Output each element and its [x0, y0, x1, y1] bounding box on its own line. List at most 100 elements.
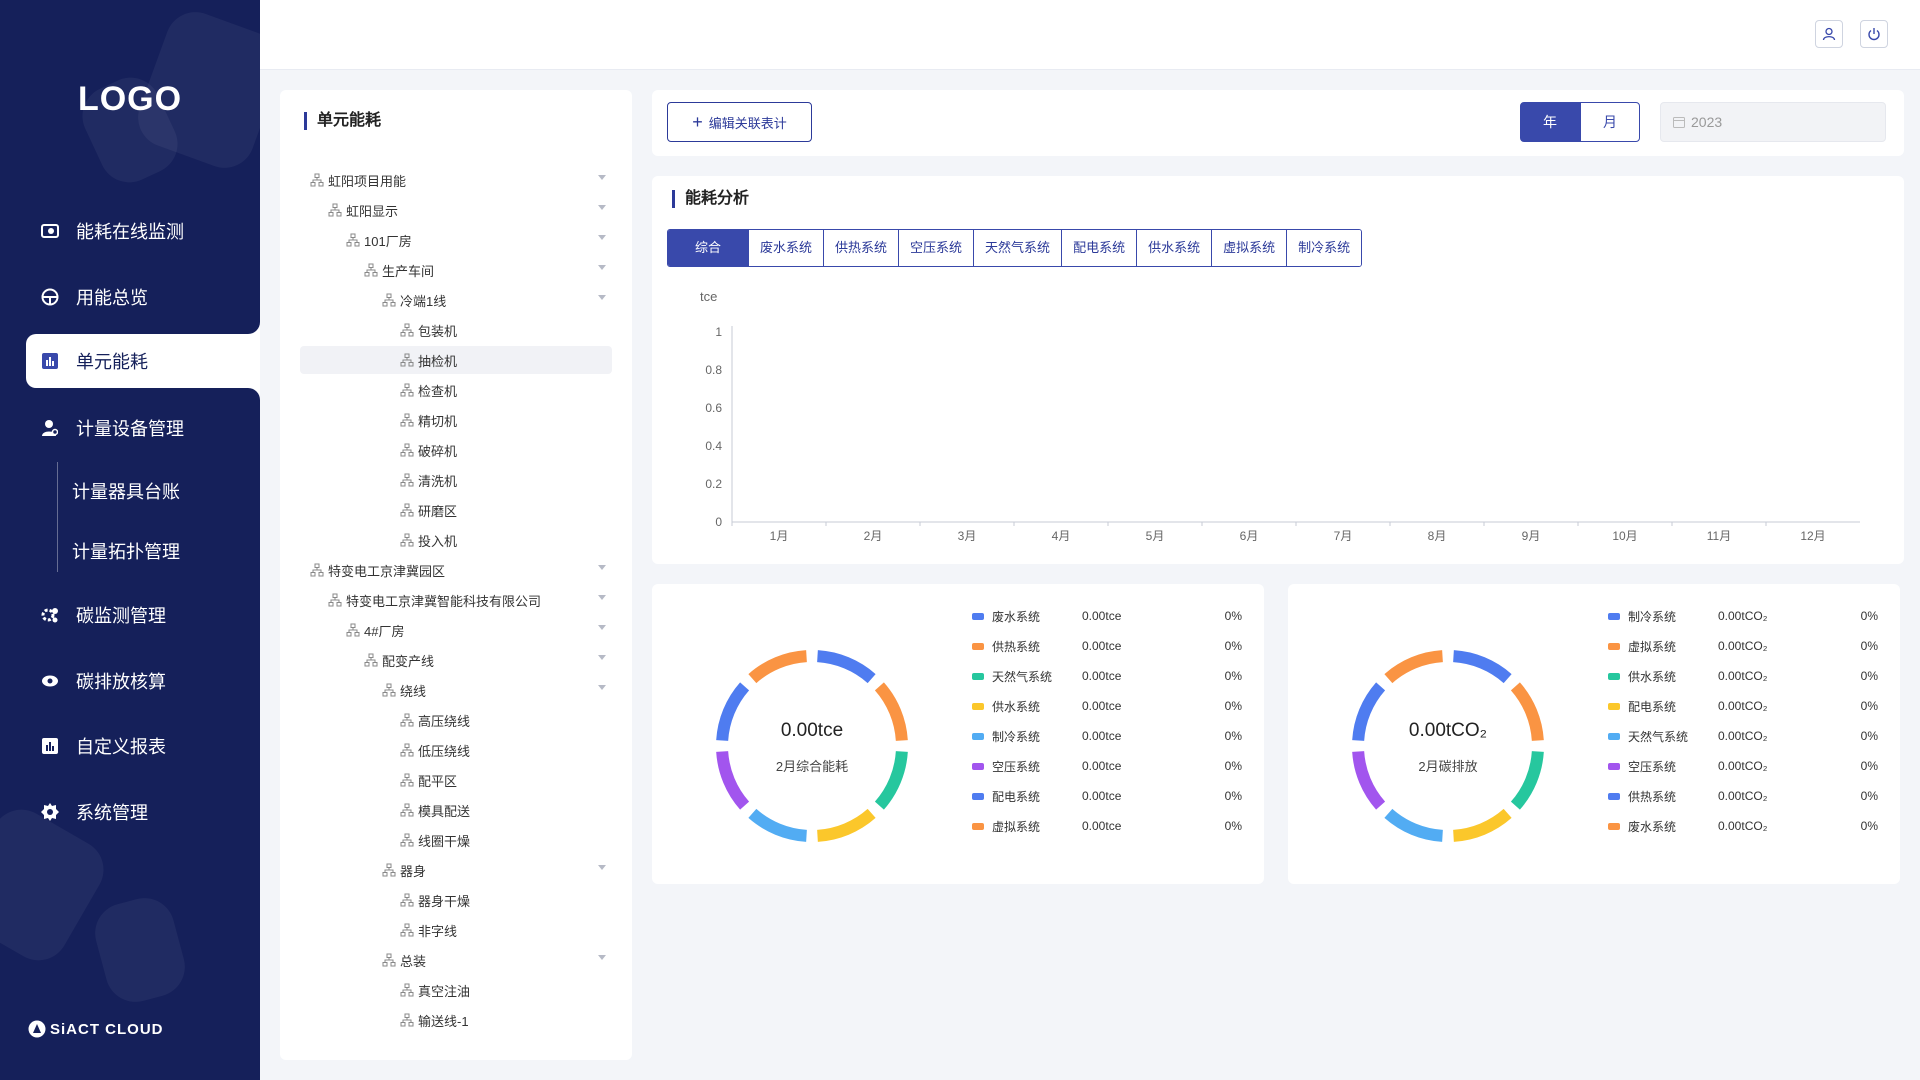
tree-node[interactable]: 非字线	[300, 916, 612, 944]
tree-node[interactable]: 配变产线	[300, 646, 612, 674]
edit-linked-meters-button[interactable]: + 编辑关联表计	[667, 102, 812, 142]
chevron-down-icon[interactable]	[598, 625, 606, 630]
legend-item[interactable]: 虚拟系统 0.00tCO₂ 0%	[1608, 637, 1878, 655]
chevron-down-icon[interactable]	[598, 655, 606, 660]
power-button[interactable]	[1860, 20, 1888, 48]
tree-node[interactable]: 虹阳显示	[300, 196, 612, 224]
legend-swatch	[972, 642, 984, 650]
year-toggle[interactable]: 年	[1520, 102, 1580, 142]
legend-item[interactable]: 配电系统 0.00tCO₂ 0%	[1608, 697, 1878, 715]
legend-percent: 0%	[1860, 609, 1878, 623]
tree-node[interactable]: 线圈干燥	[300, 826, 612, 854]
node-hierarchy-icon	[400, 743, 414, 757]
tree-node[interactable]: 总装	[300, 946, 612, 974]
tab-system[interactable]: 综合	[668, 230, 748, 266]
legend-item[interactable]: 空压系统 0.00tCO₂ 0%	[1608, 757, 1878, 775]
tree-node[interactable]: 特变电工京津冀智能科技有限公司	[300, 586, 612, 614]
tree-node-label: 高压绕线	[418, 713, 471, 729]
tree-node[interactable]: 精切机	[300, 406, 612, 434]
x-tick-label: 1月	[770, 529, 789, 543]
legend-item[interactable]: 虚拟系统 0.00tce 0%	[972, 817, 1242, 835]
month-toggle[interactable]: 月	[1580, 102, 1640, 142]
tree-node[interactable]: 研磨区	[300, 496, 612, 524]
chevron-down-icon[interactable]	[598, 295, 606, 300]
tree-node[interactable]: 投入机	[300, 526, 612, 554]
tree-node[interactable]: 真空注油	[300, 976, 612, 1004]
nav-item-custom-report[interactable]: 自定义报表	[0, 718, 260, 774]
legend-item[interactable]: 配电系统 0.00tce 0%	[972, 787, 1242, 805]
tree-node[interactable]: 特变电工京津冀园区	[300, 556, 612, 584]
legend-item[interactable]: 废水系统 0.00tce 0%	[972, 607, 1242, 625]
nav-item-carbon-monitoring[interactable]: 碳监测管理	[0, 587, 260, 643]
report-icon	[40, 736, 60, 756]
tab-system[interactable]: 制冷系统	[1286, 230, 1362, 266]
legend-name: 配电系统	[992, 789, 1041, 804]
brand-name: SiACT CLOUD	[50, 1020, 164, 1038]
unit-tree-panel: 单元能耗 虹阳项目用能 虹阳显示 101厂房 生产车间 冷端1线 包装机 抽检机 检查机 精切机…	[280, 90, 632, 1060]
nav-item-metering-devices[interactable]: 计量设备管理	[0, 400, 260, 456]
tree-node[interactable]: 检查机	[300, 376, 612, 404]
chevron-down-icon[interactable]	[598, 235, 606, 240]
legend-item[interactable]: 天然气系统 0.00tCO₂ 0%	[1608, 727, 1878, 745]
tree-node-label: 精切机	[418, 413, 458, 429]
chevron-down-icon[interactable]	[598, 205, 606, 210]
tree-node[interactable]: 4#厂房	[300, 616, 612, 644]
tree-node[interactable]: 清洗机	[300, 466, 612, 494]
dashboard-icon	[40, 287, 60, 307]
tree-node[interactable]: 低压绕线	[300, 736, 612, 764]
tree-node[interactable]: 冷端1线	[300, 286, 612, 314]
nav-item-carbon-accounting[interactable]: 碳排放核算	[0, 653, 260, 709]
nav-item-energy-overview[interactable]: 用能总览	[0, 269, 260, 325]
node-hierarchy-icon	[400, 713, 414, 727]
legend-item[interactable]: 制冷系统 0.00tCO₂ 0%	[1608, 607, 1878, 625]
legend-item[interactable]: 供水系统 0.00tce 0%	[972, 697, 1242, 715]
tree-node[interactable]: 包装机	[300, 316, 612, 344]
legend-item[interactable]: 供热系统 0.00tce 0%	[972, 637, 1242, 655]
tab-system[interactable]: 供热系统	[823, 230, 899, 266]
x-tick-label: 7月	[1334, 529, 1353, 543]
legend-name: 空压系统	[1628, 759, 1677, 774]
chevron-down-icon[interactable]	[598, 685, 606, 690]
tree-node[interactable]: 器身	[300, 856, 612, 884]
year-picker[interactable]: 2023	[1660, 102, 1886, 142]
system-tabs: 综合 废水系统 供热系统 空压系统 天然气系统 配电系统 供水系统 虚拟系统 制冷系统	[667, 229, 1363, 267]
tree-node[interactable]: 破碎机	[300, 436, 612, 464]
nav-item-energy-monitoring[interactable]: 能耗在线监测	[0, 203, 260, 259]
tree-node[interactable]: 抽检机	[300, 346, 612, 374]
legend-item[interactable]: 供热系统 0.00tCO₂ 0%	[1608, 787, 1878, 805]
tab-system[interactable]: 虚拟系统	[1211, 230, 1287, 266]
legend-item[interactable]: 制冷系统 0.00tce 0%	[972, 727, 1242, 745]
legend-item[interactable]: 供水系统 0.00tCO₂ 0%	[1608, 667, 1878, 685]
tab-system[interactable]: 配电系统	[1061, 230, 1137, 266]
tree-node[interactable]: 101厂房	[300, 226, 612, 254]
legend-item[interactable]: 空压系统 0.00tce 0%	[972, 757, 1242, 775]
tab-system[interactable]: 天然气系统	[973, 230, 1062, 266]
tab-system[interactable]: 废水系统	[748, 230, 824, 266]
tree-node[interactable]: 器身干燥	[300, 886, 612, 914]
nav-item-unit-energy[interactable]: 单元能耗	[26, 334, 260, 388]
subnav-item-meter-topology[interactable]: 计量拓扑管理	[72, 537, 180, 567]
legend-name: 天然气系统	[1628, 729, 1689, 744]
node-hierarchy-icon	[382, 683, 396, 697]
tree-node[interactable]: 绕线	[300, 676, 612, 704]
tab-system[interactable]: 供水系统	[1136, 230, 1212, 266]
tree-node[interactable]: 高压绕线	[300, 706, 612, 734]
tree-node[interactable]: 配平区	[300, 766, 612, 794]
subnav-item-meter-ledger[interactable]: 计量器具台账	[72, 477, 180, 507]
legend-item[interactable]: 天然气系统 0.00tce 0%	[972, 667, 1242, 685]
chevron-down-icon[interactable]	[598, 265, 606, 270]
legend-item[interactable]: 废水系统 0.00tCO₂ 0%	[1608, 817, 1878, 835]
tree-node[interactable]: 模具配送	[300, 796, 612, 824]
tree-node[interactable]: 输送线-1	[300, 1006, 612, 1034]
chevron-down-icon[interactable]	[598, 865, 606, 870]
chevron-down-icon[interactable]	[598, 175, 606, 180]
tab-system[interactable]: 空压系统	[898, 230, 974, 266]
chevron-down-icon[interactable]	[598, 565, 606, 570]
nav-item-system-management[interactable]: 系统管理	[0, 784, 260, 840]
user-button[interactable]	[1815, 20, 1843, 48]
tree-node[interactable]: 虹阳项目用能	[300, 166, 612, 194]
chevron-down-icon[interactable]	[598, 595, 606, 600]
donut-slice	[816, 808, 876, 842]
chevron-down-icon[interactable]	[598, 955, 606, 960]
tree-node[interactable]: 生产车间	[300, 256, 612, 284]
